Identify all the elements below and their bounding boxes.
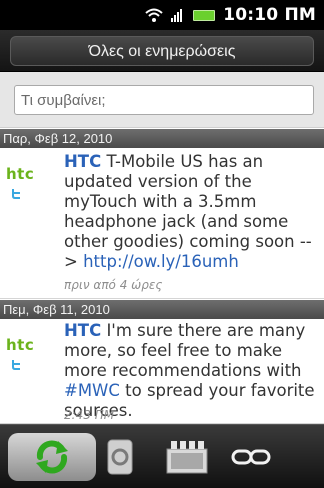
htc-logo-icon: htc [6,165,35,183]
bottom-tab-bar [0,424,324,488]
status-bar: 10:10 ΠΜ [0,0,324,30]
tab-link[interactable] [226,433,276,481]
feed-author[interactable]: HTC [64,152,101,171]
refresh-icon [36,440,68,474]
feed-author[interactable]: HTC [64,321,101,340]
feed-item-text: HTC I'm sure there are many more, so fee… [64,321,316,421]
feed-link[interactable]: http://ow.ly/16umh [83,252,239,271]
date-separator: Πεμ, Φεβ 11, 2010 [0,300,324,319]
battery-icon [193,9,216,21]
feed-timestamp: 2:43 ΠΜ [64,408,115,422]
twitter-icon [12,360,20,370]
feed-item[interactable]: htc HTC T-Mobile US has an updated versi… [0,148,324,299]
status-time: 10:10 ΠΜ [223,5,316,25]
feed-timestamp: πριν από 4 ώρες [64,278,163,292]
status-input[interactable] [14,85,314,115]
htc-logo-icon: htc [6,336,35,354]
photos-icon [166,441,208,474]
page-title: Όλες οι ενημερώσεις [88,43,236,60]
feed-item-text: HTC T-Mobile US has an updated version o… [64,152,316,272]
tab-photos[interactable] [162,433,212,481]
date-separator: Παρ, Φεβ 12, 2010 [0,129,324,148]
feed-hashtag[interactable]: #MWC [64,381,120,400]
compose-row [0,72,324,128]
sync-icon [107,439,133,475]
feed-message: I'm sure there are many more, so feel fr… [64,321,306,380]
status-icons: 10:10 ΠΜ [145,5,316,25]
feed-item[interactable]: htc HTC I'm sure there are many more, so… [0,319,324,424]
phone-screen: 10:10 ΠΜ Όλες οι ενημερώσεις Παρ, Φεβ 12… [0,0,324,488]
twitter-icon [12,189,20,199]
tab-sync[interactable] [100,433,140,481]
signal-icon [171,9,183,22]
link-icon [231,449,271,465]
title-pill[interactable]: Όλες οι ενημερώσεις [10,36,314,66]
tab-refresh[interactable] [8,433,96,481]
wifi-icon [145,8,163,22]
title-bar: Όλες οι ενημερώσεις [0,30,324,72]
